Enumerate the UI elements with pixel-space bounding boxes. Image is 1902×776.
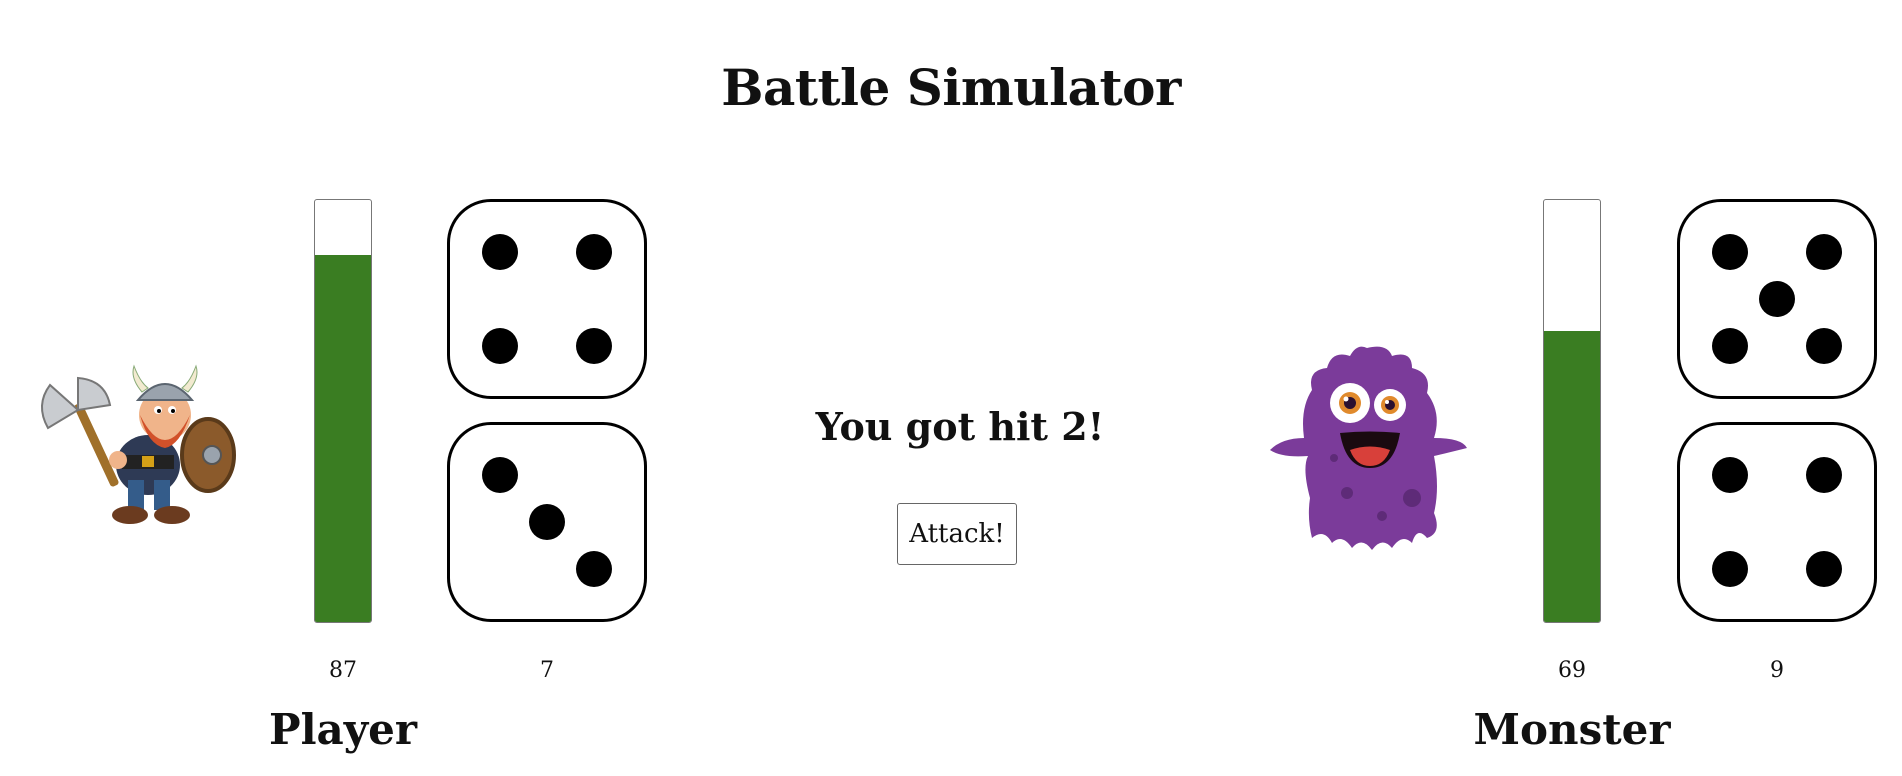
die-pip (1805, 457, 1842, 494)
player-health-value: 87 (329, 658, 357, 683)
game-title: Battle Simulator (721, 58, 1181, 117)
monster-health-fill (1544, 330, 1600, 622)
player-label: Player (268, 705, 417, 754)
die-pip (1712, 550, 1749, 587)
die-pip (1712, 457, 1749, 494)
die-pip (482, 457, 519, 494)
die-pip (529, 504, 565, 540)
player-die-1 (447, 199, 647, 399)
die-pip (1712, 234, 1749, 271)
die-pip (1805, 550, 1842, 587)
monster-label: Monster (1473, 705, 1671, 754)
player-health-fill (315, 254, 371, 622)
monster-die-1 (1677, 199, 1877, 399)
player-avatar (30, 360, 245, 535)
monster-health-bar (1543, 199, 1601, 623)
player-die-2 (447, 422, 647, 622)
die-pip (1805, 234, 1842, 271)
player-health-bar (314, 199, 372, 623)
die-pip (1712, 327, 1749, 364)
monster-die-2 (1677, 422, 1877, 622)
die-pip (575, 327, 612, 364)
die-pip (575, 550, 612, 587)
monster-avatar (1262, 338, 1472, 553)
monster-dice-total: 9 (1770, 658, 1784, 683)
die-pip (482, 234, 519, 271)
die-pip (1805, 327, 1842, 364)
die-pip (482, 327, 519, 364)
monster-health-value: 69 (1558, 658, 1586, 683)
die-pip (1759, 281, 1795, 317)
player-dice-total: 7 (540, 658, 554, 683)
die-pip (575, 234, 612, 271)
battle-message: You got hit 2! (815, 404, 1105, 449)
attack-button[interactable]: Attack! (897, 503, 1017, 565)
